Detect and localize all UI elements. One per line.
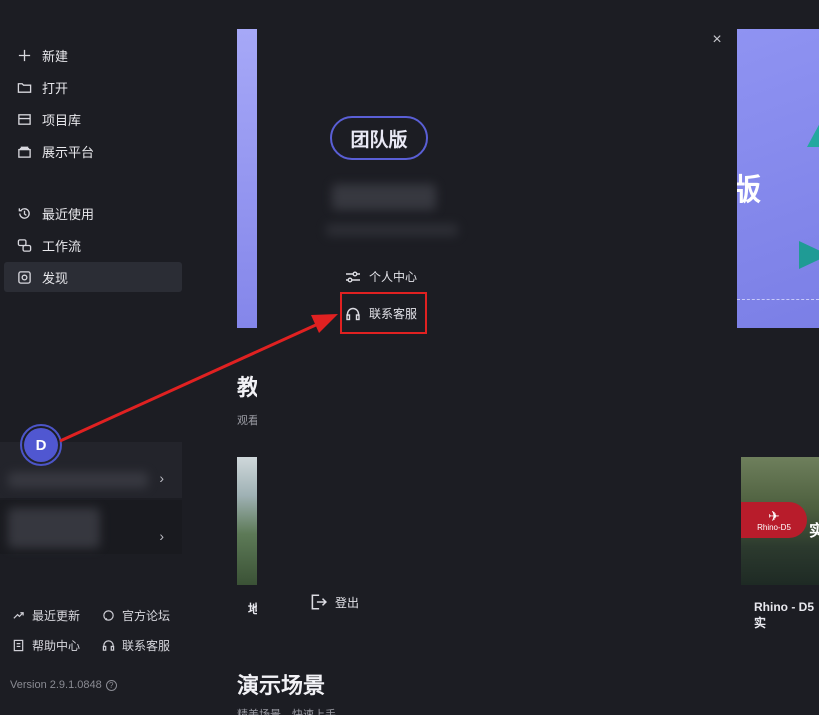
blurred-user-detail [326,224,458,236]
triangle-decoration [807,121,819,147]
rhino-logo-icon: ✈ [768,507,780,524]
sidebar-item-discover[interactable]: 发现 [4,262,182,292]
forum-link[interactable]: 官方论坛 [102,607,170,624]
avatar-initial: D [24,428,58,462]
banner-left-edge[interactable] [237,29,257,328]
discover-icon [16,269,32,285]
recent-updates-label: 最近更新 [32,609,81,623]
banner-right-edge[interactable]: 版 [737,29,819,328]
logout-icon [311,594,327,610]
workflow-icon [16,237,32,253]
dashed-divider [737,299,819,300]
team-row[interactable]: › [0,500,182,554]
tutorial-section-title: 教 [237,375,260,400]
tutorial-section-subtitle: 观看 [237,415,259,427]
recent-updates-link[interactable]: 最近更新 [12,607,80,624]
banner-text: 版 [737,174,761,207]
help-doc-icon [13,639,24,652]
history-icon [16,205,32,221]
annotation-highlight-box [340,292,427,334]
plus-icon [16,47,32,63]
tutorial-thumbnail[interactable]: ✈ Rhino-D5 实 [741,457,819,585]
demo-scenes-title: 演示场景 [237,673,326,698]
sliders-icon [346,271,360,282]
sidebar-item-label: 发现 [42,270,69,286]
folder-icon [16,79,32,95]
help-center-link[interactable]: 帮助中心 [12,637,80,654]
sidebar-item-label: 最近使用 [42,206,95,222]
help-center-label: 帮助中心 [32,639,81,653]
forum-label: 官方论坛 [122,609,171,623]
support-label: 联系客服 [122,639,171,653]
version-text: Version 2.9.1.0848 [10,679,102,691]
showcase-icon [16,143,32,159]
chat-icon [103,610,114,621]
badge-label: Rhino-D5 [757,522,791,532]
chevron-right-icon: › [159,470,164,486]
thumbnail-title-text: 实 [809,523,819,540]
sidebar: 新建 打开 项目库 展示平台 最近使用 工作流 发现 › › D 最近更新 官方… [0,0,190,715]
sidebar-item-label: 展示平台 [42,144,95,160]
question-icon[interactable]: ? [105,679,117,691]
demo-scenes-subtitle: 精美场景，快速上手 [237,709,336,715]
plan-badge: 团队版 [330,116,428,160]
chevron-right-icon: › [159,528,164,544]
sidebar-item-label: 工作流 [42,238,82,254]
sidebar-item-new[interactable]: 新建 [4,40,182,70]
sidebar-item-label: 新建 [42,48,69,64]
sidebar-item-label: 项目库 [42,112,82,128]
triangle-decoration [799,241,819,269]
blurred-team-info [8,508,100,548]
personal-center-label: 个人中心 [369,270,418,284]
sidebar-item-library[interactable]: 项目库 [4,104,182,134]
logout-item[interactable]: 登出 [309,593,359,611]
close-icon[interactable]: × [709,32,725,48]
personal-center-item[interactable]: 个人中心 [345,268,417,285]
logout-label: 登出 [335,595,360,610]
app-window: 新建 打开 项目库 展示平台 最近使用 工作流 发现 › › D 最近更新 官方… [0,0,819,715]
support-link[interactable]: 联系客服 [102,637,170,654]
avatar[interactable]: D [20,424,62,466]
sidebar-item-open[interactable]: 打开 [4,72,182,102]
library-icon [16,111,32,127]
blurred-username [332,184,436,210]
sidebar-item-showcase[interactable]: 展示平台 [4,136,182,166]
profile-popover [257,29,737,649]
tutorial-thumbnail[interactable] [237,457,257,585]
headset-icon [102,640,115,651]
sidebar-item-label: 打开 [42,80,69,96]
thumbnail-caption: Rhino - D5实 [754,600,814,630]
sidebar-item-workflow[interactable]: 工作流 [4,230,182,260]
update-icon [13,612,24,619]
sidebar-item-recent[interactable]: 最近使用 [4,198,182,228]
blurred-account-name [8,472,148,488]
rhino-d5-badge: ✈ Rhino-D5 [741,502,807,538]
version-info: Version 2.9.1.0848 ? [10,679,117,691]
